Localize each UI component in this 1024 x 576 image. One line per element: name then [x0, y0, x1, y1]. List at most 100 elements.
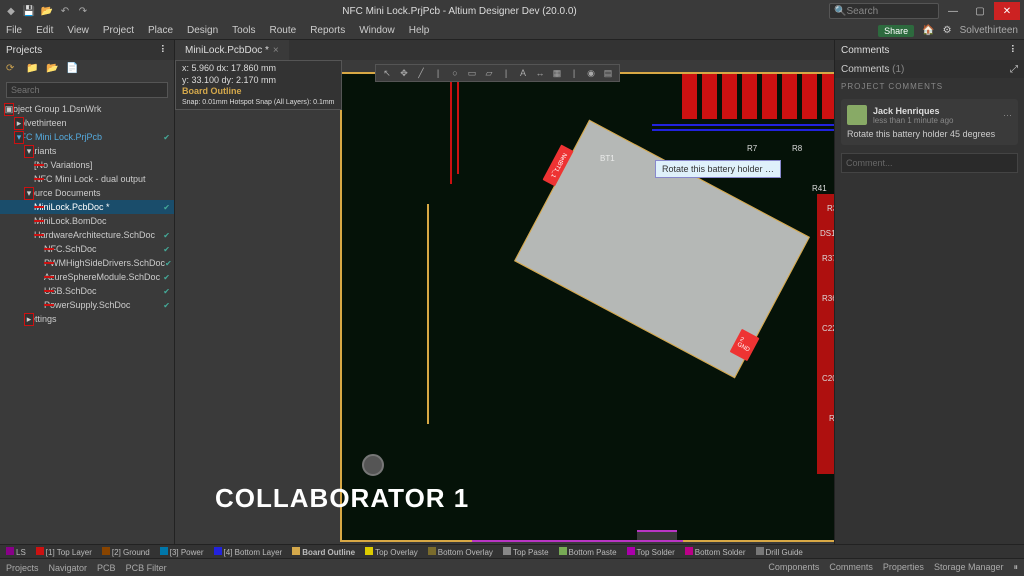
tree-item[interactable]: ▸ Solvethirteen	[0, 116, 174, 130]
settings-icon[interactable]: ⚙	[943, 25, 952, 36]
tree-item[interactable]: MiniLock.BomDoc	[0, 214, 174, 228]
overlay-caption: COLLABORATOR 1	[215, 483, 469, 514]
pause-icon[interactable]: ⏸	[1013, 562, 1018, 573]
project-tree[interactable]: ▣ Project Group 1.DsnWrk▸ Solvethirteen▾…	[0, 100, 174, 544]
expand-icon[interactable]: ⤢	[1010, 64, 1018, 75]
tree-item[interactable]: ▾ NFC Mini Lock.PrjPcb✔	[0, 130, 174, 144]
layer-tab[interactable]: Bottom Solder	[685, 547, 746, 557]
tree-item[interactable]: AzureSphereModule.SchDoc✔	[0, 270, 174, 284]
tab-properties[interactable]: Properties	[883, 562, 924, 573]
silk-r41: R41	[812, 184, 827, 193]
layer-tab[interactable]: Top Paste	[503, 547, 549, 557]
tool-grid-icon[interactable]: ▦	[550, 66, 564, 80]
layer-tab[interactable]: Bottom Overlay	[428, 547, 493, 557]
tool-move-icon[interactable]: ✥	[397, 66, 411, 80]
battery-holder-bt1[interactable]: NetBT1_1 2GND	[514, 120, 810, 379]
bottom-panel-tabs: Projects Navigator PCB PCB Filter Compon…	[0, 558, 1024, 576]
tool-text-icon[interactable]: A	[516, 66, 530, 80]
redo-icon[interactable]: ↷	[76, 4, 90, 18]
comment-body: Rotate this battery holder 45 degrees	[847, 129, 1012, 139]
tree-item[interactable]: ▸ Settings	[0, 312, 174, 326]
doc-icon[interactable]: 📄	[66, 63, 80, 77]
tool-via-icon[interactable]: ○	[448, 66, 462, 80]
tree-item[interactable]: ▾ Variants	[0, 144, 174, 158]
maximize-button[interactable]: ▢	[967, 2, 993, 20]
global-search[interactable]: 🔍 Search	[829, 3, 939, 19]
tree-item[interactable]: HardwareArchitecture.SchDoc✔	[0, 228, 174, 242]
menu-help[interactable]: Help	[409, 25, 430, 36]
tab-comments[interactable]: Comments	[829, 562, 873, 573]
tab-pcbfilter[interactable]: PCB Filter	[126, 563, 167, 573]
user-label[interactable]: Solvethirteen	[960, 25, 1018, 36]
menu-route[interactable]: Route	[270, 25, 297, 36]
tool-dim-icon[interactable]: ↔	[533, 66, 547, 80]
close-button[interactable]: ✕	[994, 2, 1020, 20]
pcb-canvas[interactable]: 65 GND R7 R8 R9 R41 R42 R33 R43	[175, 60, 834, 544]
layer-tab[interactable]: [2] Ground	[102, 547, 150, 557]
tree-item[interactable]: PWMHighSideDrivers.SchDoc✔	[0, 256, 174, 270]
comments-panel: Comments⠇ Comments (1)⤢ PROJECT COMMENTS…	[834, 40, 1024, 544]
tab-close-icon[interactable]: ×	[273, 45, 279, 56]
layer-tab[interactable]: Drill Guide	[756, 547, 803, 557]
tab-minilock[interactable]: MiniLock.PcbDoc * ×	[175, 40, 289, 60]
home-icon[interactable]: 🏠	[922, 25, 934, 36]
tab-pcb[interactable]: PCB	[97, 563, 116, 573]
menu-window[interactable]: Window	[359, 25, 395, 36]
board-outline: 65 GND R7 R8 R9 R41 R42 R33 R43	[340, 72, 834, 542]
open-icon[interactable]: 📂	[40, 4, 54, 18]
folder-open-icon[interactable]: 📂	[46, 63, 60, 77]
tree-item[interactable]: PowerSupply.SchDoc✔	[0, 298, 174, 312]
menu-file[interactable]: File	[6, 25, 22, 36]
comment-card[interactable]: Jack Henriques less than 1 minute ago ⋯ …	[841, 99, 1018, 145]
menu-design[interactable]: Design	[187, 25, 218, 36]
layer-tab[interactable]: Board Outline	[292, 547, 355, 557]
layer-tab[interactable]: [3] Power	[160, 547, 204, 557]
panel-menu-icon[interactable]: ⠇	[161, 45, 168, 56]
tab-projects[interactable]: Projects	[6, 563, 39, 573]
tool-layer-icon[interactable]: ▤	[601, 66, 615, 80]
layer-tab[interactable]: [1] Top Layer	[36, 547, 92, 557]
layer-tab[interactable]: Top Overlay	[365, 547, 418, 557]
projects-search[interactable]	[6, 82, 168, 98]
menu-reports[interactable]: Reports	[310, 25, 345, 36]
layer-tab[interactable]: Bottom Paste	[559, 547, 617, 557]
silk-c22: C22	[822, 324, 834, 333]
tree-item[interactable]: [No Variations]	[0, 158, 174, 172]
document-tabs: MiniLock.PcbDoc * ×	[175, 40, 834, 60]
menu-place[interactable]: Place	[148, 25, 173, 36]
tool-select-icon[interactable]: ↖	[380, 66, 394, 80]
tree-item[interactable]: ▾ Source Documents	[0, 186, 174, 200]
tool-3d-icon[interactable]: ◉	[584, 66, 598, 80]
layer-tab[interactable]: LS	[6, 547, 26, 557]
layer-tab[interactable]: [4] Bottom Layer	[214, 547, 283, 557]
comment-tooltip[interactable]: Rotate this battery holder …	[655, 160, 781, 178]
tool-route-icon[interactable]: ╱	[414, 66, 428, 80]
save-icon[interactable]: 💾	[22, 4, 36, 18]
refresh-icon[interactable]: ⟳	[6, 63, 20, 77]
menu-edit[interactable]: Edit	[36, 25, 53, 36]
panel-opts-icon[interactable]: ⠇	[1011, 45, 1018, 56]
tab-navigator[interactable]: Navigator	[49, 563, 88, 573]
menu-project[interactable]: Project	[103, 25, 134, 36]
tool-pad-icon[interactable]: ▭	[465, 66, 479, 80]
tab-storage[interactable]: Storage Manager	[934, 562, 1004, 573]
add-comment-input[interactable]: Comment...	[841, 153, 1018, 173]
folder-icon[interactable]: 📁	[26, 63, 40, 77]
comment-menu-icon[interactable]: ⋯	[1003, 110, 1012, 121]
tool-poly-icon[interactable]: ▱	[482, 66, 496, 80]
tab-components[interactable]: Components	[768, 562, 819, 573]
silk-r8: R8	[792, 144, 802, 153]
share-button[interactable]: Share	[878, 25, 914, 37]
tree-item[interactable]: NFC Mini Lock - dual output	[0, 172, 174, 186]
tree-item[interactable]: ▣ Project Group 1.DsnWrk	[0, 102, 174, 116]
layer-tab[interactable]: Top Solder	[627, 547, 675, 557]
tree-item[interactable]: NFC.SchDoc✔	[0, 242, 174, 256]
layer-tabs[interactable]: LS [1] Top Layer [2] Ground [3] Power [4] Bo…	[0, 544, 1024, 558]
tree-item[interactable]: USB.SchDoc✔	[0, 284, 174, 298]
minimize-button[interactable]: —	[940, 2, 966, 20]
tree-item[interactable]: MiniLock.PcbDoc *✔	[0, 200, 174, 214]
menu-view[interactable]: View	[67, 25, 89, 36]
comment-time: less than 1 minute ago	[873, 116, 954, 125]
menu-tools[interactable]: Tools	[232, 25, 255, 36]
undo-icon[interactable]: ↶	[58, 4, 72, 18]
